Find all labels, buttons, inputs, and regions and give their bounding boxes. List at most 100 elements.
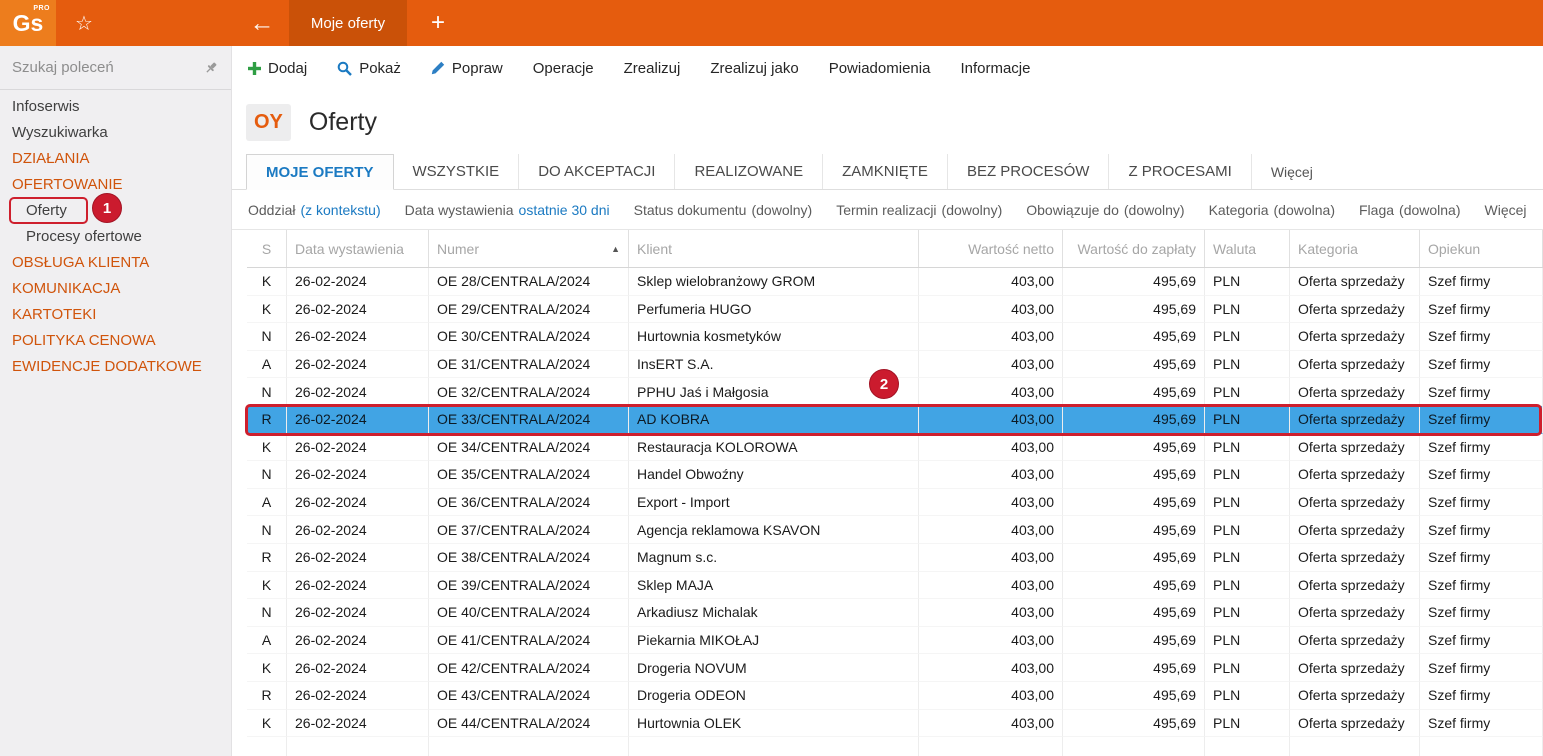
toolbar-zrealizuj-jako-button[interactable]: Zrealizuj jako [710,60,798,77]
toolbar-pokaż-button[interactable]: Pokaż [337,60,401,77]
cell-client: Hurtownia kosmetyków [629,323,919,351]
cell-net: 403,00 [919,461,1063,489]
tab-z-procesami[interactable]: Z PROCESAMI [1109,154,1252,189]
filter-kategoria[interactable]: Kategoria (dowolna) [1209,202,1335,218]
table-row[interactable]: K 26-02-2024 OE 39/CENTRALA/2024 Sklep MAJA… [247,571,1543,600]
cell-due: 495,69 [1063,709,1205,738]
cell-date: 26-02-2024 [287,433,429,462]
cell-owner: Szef firmy [1420,488,1543,517]
table-row[interactable]: A 26-02-2024 OE 41/CENTRALA/2024 Piekarnia … [247,626,1543,655]
cell-client: Arkadiusz Michalak [629,599,919,627]
new-tab-plus-icon[interactable]: + [423,0,453,46]
document-tab-moje-oferty[interactable]: Moje oferty [289,0,407,46]
filter-bar: Oddział (z kontekstu) Data wystawienia osta… [232,190,1543,230]
toolbar-powiadomienia-button[interactable]: Powiadomienia [829,60,931,77]
back-arrow-icon[interactable]: ← [240,0,284,46]
sidebar-item-działania[interactable]: DZIAŁANIA [0,146,231,172]
table-row[interactable]: N 26-02-2024 OE 37/CENTRALA/2024 Agencja re… [247,516,1543,544]
column-header-label: Kategoria [1298,240,1358,257]
toolbar-operacje-button[interactable]: Operacje [533,60,594,77]
table-row[interactable]: R 26-02-2024 OE 43/CENTRALA/2024 Drogeria O… [247,681,1543,710]
cell-s: K [247,709,287,738]
cell-net: 403,00 [919,516,1063,544]
filter-oddział[interactable]: Oddział (z kontekstu) [248,202,381,218]
column-header-klient[interactable]: Klient [629,230,919,267]
sidebar-item-infoserwis[interactable]: Infoserwis [0,94,231,120]
filter-termin-realizacji[interactable]: Termin realizacji (dowolny) [836,202,1002,218]
cell-net: 403,00 [919,323,1063,351]
cell-category: Oferta sprzedaży [1290,516,1420,544]
sidebar-item-label: Infoserwis [12,98,80,115]
magnifier-icon [337,61,353,76]
sidebar-item-wyszukiwarka[interactable]: Wyszukiwarka [0,120,231,146]
toolbar-informacje-button[interactable]: Informacje [960,60,1030,77]
filter-status-dokumentu[interactable]: Status dokumentu (dowolny) [634,202,813,218]
cell-date: 26-02-2024 [287,571,429,600]
tab-wszystkie[interactable]: WSZYSTKIE [394,154,520,189]
cell-net: 403,00 [919,571,1063,600]
cell-category: Oferta sprzedaży [1290,626,1420,655]
cell-client: Piekarnia MIKOŁAJ [629,626,919,655]
cell-currency: PLN [1205,599,1290,627]
table-row[interactable]: K 26-02-2024 OE 42/CENTRALA/2024 Drogeria N… [247,654,1543,682]
sidebar-item-ofertowanie[interactable]: OFERTOWANIE [0,172,231,198]
filter-obowiązuje-do[interactable]: Obowiązuje do (dowolny) [1026,202,1184,218]
column-header-opiekun[interactable]: Opiekun [1420,230,1543,267]
tab-realizowane[interactable]: REALIZOWANE [675,154,824,189]
filter-flaga[interactable]: Flaga (dowolna) [1359,202,1461,218]
table-row[interactable]: A 26-02-2024 OE 36/CENTRALA/2024 Export - I… [247,488,1543,517]
table-row[interactable]: N 26-02-2024 OE 30/CENTRALA/2024 Hurtownia … [247,323,1543,351]
cell-number: OE 35/CENTRALA/2024 [429,461,629,489]
filter-więcej[interactable]: Więcej [1485,202,1527,218]
column-header-waluta[interactable]: Waluta [1205,230,1290,267]
sidebar-item-procesy-ofertowe[interactable]: Procesy ofertowe [0,224,231,250]
table-row[interactable]: K 26-02-2024 OE 44/CENTRALA/2024 Hurtownia … [247,709,1543,738]
cell-number: OE 44/CENTRALA/2024 [429,709,629,738]
column-header-s[interactable]: S [247,230,287,267]
toolbar-dodaj-button[interactable]: Dodaj [248,60,307,77]
toolbar-popraw-button[interactable]: Popraw [431,60,503,77]
cell-category: Oferta sprzedaży [1290,350,1420,379]
column-header-label: Numer [437,240,480,257]
sidebar-item-polityka-cenowa[interactable]: POLITYKA CENOWA [0,328,231,354]
table-row[interactable]: K 26-02-2024 OE 28/CENTRALA/2024 Sklep wiel… [247,268,1543,296]
command-search-input[interactable] [12,59,201,76]
column-header-data-wystawienia[interactable]: Data wystawienia [287,230,429,267]
app-logo[interactable]: Gs PRO [0,0,56,46]
table-row[interactable]: K 26-02-2024 OE 34/CENTRALA/2024 Restauracj… [247,433,1543,462]
sidebar-item-ewidencje-dodatkowe[interactable]: EWIDENCJE DODATKOWE [0,354,231,380]
toolbar-label: Pokaż [359,59,401,77]
column-header-wartość-do-zapłaty[interactable]: Wartość do zapłaty [1063,230,1205,267]
tab-zamknięte[interactable]: ZAMKNIĘTE [823,154,948,189]
column-header-wartość-netto[interactable]: Wartość netto [919,230,1063,267]
tab-więcej[interactable]: Więcej [1252,154,1332,189]
table-body: K 26-02-2024 OE 28/CENTRALA/2024 Sklep wiel… [232,268,1543,738]
table-row[interactable]: N 26-02-2024 OE 40/CENTRALA/2024 Arkadiusz … [247,599,1543,627]
filler-cell [629,737,919,756]
tab-do-akceptacji[interactable]: DO AKCEPTACJI [519,154,676,189]
tab-moje-oferty[interactable]: MOJE OFERTY [246,154,394,190]
toolbar-label: Zrealizuj jako [710,59,799,77]
table-row[interactable]: N 26-02-2024 OE 35/CENTRALA/2024 Handel Obw… [247,461,1543,489]
table-row[interactable]: R 26-02-2024 OE 38/CENTRALA/2024 Magnum s.c… [247,543,1543,572]
column-header-kategoria[interactable]: Kategoria [1290,230,1420,267]
column-header-label: Waluta [1213,240,1257,257]
filter-data-wystawienia[interactable]: Data wystawienia ostatnie 30 dni [405,202,610,218]
filter-label: Więcej [1484,201,1527,218]
table-row[interactable]: K 26-02-2024 OE 29/CENTRALA/2024 Perfumeria… [247,295,1543,324]
cell-currency: PLN [1205,488,1290,517]
cell-due: 495,69 [1063,295,1205,324]
sidebar-item-obsługa-klienta[interactable]: OBSŁUGA KLIENTA [0,250,231,276]
filler-cell [1063,737,1205,756]
favorites-star-icon[interactable]: ☆ [62,0,106,46]
pin-icon[interactable] [201,58,221,78]
sidebar-item-label: DZIAŁANIA [12,150,90,167]
tab-bez-procesów[interactable]: BEZ PROCESÓW [948,154,1110,189]
filter-value: (dowolna) [1399,201,1461,218]
sidebar-item-komunikacja[interactable]: KOMUNIKACJA [0,276,231,302]
column-header-numer[interactable]: Numer ▲ [429,230,629,267]
cell-category: Oferta sprzedaży [1290,378,1420,406]
sidebar-item-kartoteki[interactable]: KARTOTEKI [0,302,231,328]
toolbar-zrealizuj-button[interactable]: Zrealizuj [624,60,681,77]
sidebar-item-label: Wyszukiwarka [12,124,108,141]
